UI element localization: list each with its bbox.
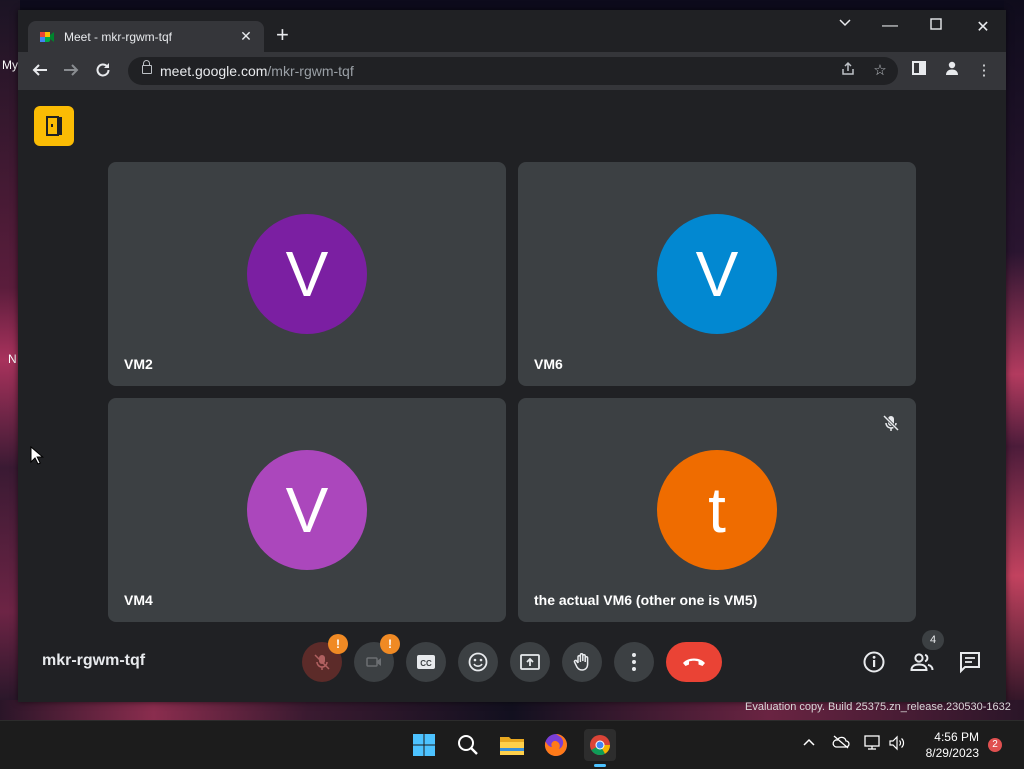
captions-button[interactable]: CC [406,642,446,682]
participant-name: VM2 [124,356,153,372]
back-icon[interactable] [29,61,51,83]
participant-tile[interactable]: V VM4 [108,398,506,622]
leave-call-button[interactable] [666,642,722,682]
desktop-icon-label: N [8,352,17,366]
close-window-icon[interactable]: ✕ [968,17,998,37]
raise-hand-button[interactable] [562,642,602,682]
participant-name: the actual VM6 (other one is VM5) [534,592,758,608]
desktop-icon-label: My [2,58,18,72]
clock-date: 8/29/2023 [925,746,979,760]
lock-icon[interactable] [142,60,152,74]
share-icon[interactable] [838,61,858,81]
tab-title: Meet - mkr-rgwm-tqf [64,29,172,44]
host-controls-icon[interactable] [34,106,74,146]
taskbar: 4:56 PM 8/29/2023 2 [0,720,1024,769]
avatar: V [247,450,367,570]
meeting-details-icon[interactable] [858,646,890,678]
new-tab-icon[interactable]: + [276,24,289,46]
evaluation-watermark: Evaluation copy. Build 25375.zn_release.… [745,701,1011,713]
forward-icon[interactable] [60,61,82,83]
browser-window: Meet - mkr-rgwm-tqf ✕ + — ✕ meet.google.… [18,10,1006,702]
meeting-code: mkr-rgwm-tqf [42,652,146,669]
people-icon[interactable] [906,646,938,678]
participant-tile[interactable]: t the actual VM6 (other one is VM5) [518,398,916,622]
taskbar-clock[interactable]: 4:56 PM 8/29/2023 [919,729,979,761]
chrome-menu-icon[interactable]: ⋮ [973,60,995,82]
mic-alert-badge: ! [328,634,348,654]
avatar: V [247,214,367,334]
active-app-indicator [594,764,606,767]
google-meet-icon [39,29,55,45]
onedrive-offline-icon[interactable] [832,735,850,752]
meet-stage: V VM2 V VM6 V VM4 t the actual VM6 (othe… [18,90,1006,702]
participant-name: VM6 [534,356,563,372]
reload-icon[interactable] [92,61,114,83]
tab-strip: Meet - mkr-rgwm-tqf ✕ + — ✕ [18,10,1006,52]
tab-close-icon[interactable]: ✕ [236,28,256,45]
notification-count-badge[interactable]: 2 [988,738,1002,752]
svg-text:CC: CC [420,659,432,668]
tab-meet[interactable]: Meet - mkr-rgwm-tqf ✕ [28,21,264,52]
avatar: V [657,214,777,334]
clock-time: 4:56 PM [934,730,979,744]
firefox-icon[interactable] [540,729,572,761]
camera-toggle-button[interactable]: ! [354,634,400,682]
desktop-wallpaper-right [1004,0,1024,720]
browser-toolbar: meet.google.com/mkr-rgwm-tqf ☆ ⋮ [18,52,1006,90]
volume-icon[interactable] [888,735,906,754]
participant-tile[interactable]: V VM6 [518,162,916,386]
search-icon[interactable] [452,729,484,761]
show-hidden-icons-icon[interactable] [802,735,816,752]
network-icon[interactable] [864,735,882,754]
mic-toggle-button[interactable]: ! [302,634,348,682]
bookmark-star-icon[interactable]: ☆ [870,61,890,79]
reactions-button[interactable] [458,642,498,682]
present-screen-button[interactable] [510,642,550,682]
side-panel-icon[interactable] [908,60,930,82]
mouse-cursor-icon [30,445,45,471]
profile-icon[interactable] [941,60,963,82]
address-bar[interactable]: meet.google.com/mkr-rgwm-tqf ☆ [128,57,898,85]
participant-name: VM4 [124,592,153,608]
tab-search-icon[interactable] [830,16,860,35]
start-windows-icon[interactable] [408,729,440,761]
minimize-icon[interactable]: — [875,17,905,35]
participant-tile[interactable]: V VM2 [108,162,506,386]
avatar: t [657,450,777,570]
url-text: meet.google.com/mkr-rgwm-tqf [160,63,354,79]
chrome-icon[interactable] [584,729,616,761]
file-explorer-icon[interactable] [496,729,528,761]
more-options-button[interactable] [614,642,654,682]
mic-muted-icon [880,412,902,434]
camera-alert-badge: ! [380,634,400,654]
maximize-icon[interactable] [921,17,951,36]
chat-icon[interactable] [954,646,986,678]
